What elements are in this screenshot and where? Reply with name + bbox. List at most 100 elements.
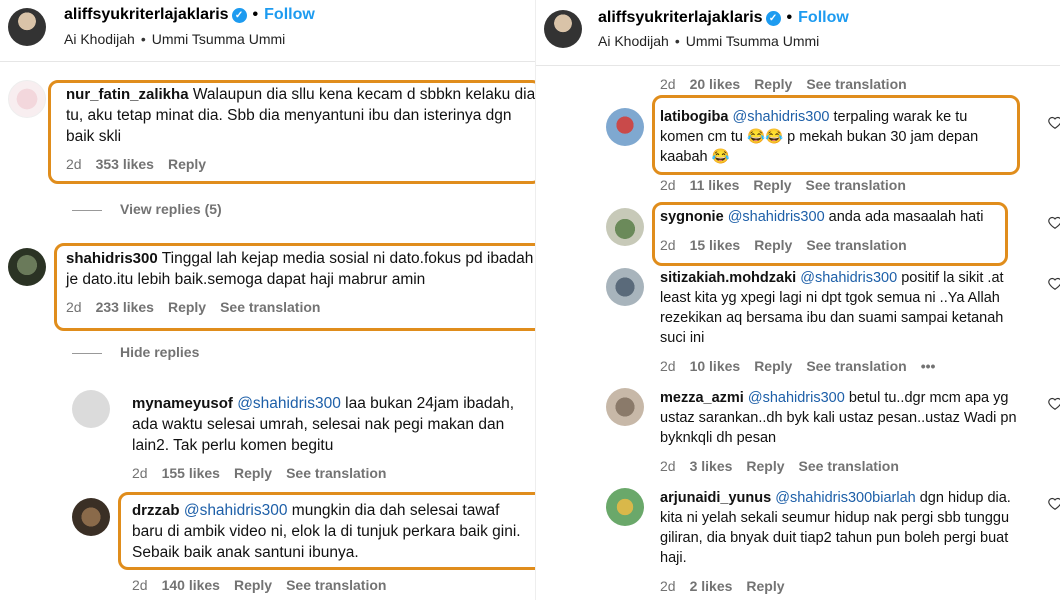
- reply-button[interactable]: Reply: [234, 577, 272, 593]
- comment-item: sitizakiah.mohdzaki @shahidris300 positi…: [660, 268, 1032, 374]
- like-heart-icon[interactable]: [1048, 277, 1060, 291]
- reply-button[interactable]: Reply: [168, 156, 206, 172]
- reply-button[interactable]: Reply: [746, 578, 784, 594]
- hide-replies-button[interactable]: Hide replies: [72, 344, 199, 360]
- comment-mention[interactable]: @shahidris300: [748, 390, 845, 406]
- reply-button[interactable]: Reply: [168, 299, 206, 315]
- right-screenshot-panel: aliffsyukriterlajaklaris ✓ • Follow Ai Khod…: [535, 0, 1060, 600]
- reply-button[interactable]: Reply: [754, 76, 792, 92]
- comment-meta: 2d 20 likes Reply See translation: [660, 76, 921, 92]
- commenter-avatar[interactable]: [606, 108, 644, 146]
- comment-username[interactable]: mezza_azmi: [660, 390, 744, 406]
- commenter-avatar[interactable]: [8, 248, 46, 286]
- view-replies-button[interactable]: View replies (5): [72, 201, 222, 217]
- comment-username[interactable]: sitizakiah.mohdzaki: [660, 270, 796, 286]
- comment-username[interactable]: sygnonie: [660, 209, 724, 225]
- comment-time[interactable]: 2d: [66, 156, 82, 172]
- comment-time[interactable]: 2d: [660, 177, 676, 193]
- see-translation-button[interactable]: See translation: [220, 299, 320, 315]
- audio-artist[interactable]: Ai Khodijah: [598, 33, 669, 49]
- comment-likes[interactable]: 233 likes: [96, 299, 154, 315]
- separator-dot: •: [674, 33, 680, 49]
- comment-likes[interactable]: 11 likes: [690, 177, 740, 193]
- author-username[interactable]: aliffsyukriterlajaklaris: [598, 9, 763, 26]
- audio-title[interactable]: Ummi Tsumma Ummi: [686, 33, 820, 49]
- comment-username[interactable]: mynameyusof: [132, 395, 233, 412]
- comment-likes[interactable]: 15 likes: [690, 237, 741, 253]
- audio-title[interactable]: Ummi Tsumma Ummi: [152, 31, 286, 47]
- see-translation-button[interactable]: See translation: [806, 177, 906, 193]
- commenter-avatar[interactable]: [8, 80, 46, 118]
- comment-item: mynameyusof @shahidris300 laa bukan 24ja…: [132, 393, 527, 481]
- comment-time[interactable]: 2d: [132, 465, 148, 481]
- see-translation-button[interactable]: See translation: [806, 237, 906, 253]
- comment-time[interactable]: 2d: [660, 76, 676, 92]
- see-translation-button[interactable]: See translation: [286, 577, 386, 593]
- comment-item: latibogiba @shahidris300 terpaling warak…: [660, 107, 1010, 193]
- comment-likes[interactable]: 10 likes: [690, 358, 741, 374]
- comment-username[interactable]: latibogiba: [660, 109, 728, 125]
- see-translation-button[interactable]: See translation: [799, 458, 899, 474]
- comment-time[interactable]: 2d: [132, 577, 148, 593]
- comment-item: shahidris300 Tinggal lah kejap media sos…: [66, 248, 536, 315]
- like-heart-icon[interactable]: [1048, 497, 1060, 511]
- more-options-button[interactable]: •••: [921, 358, 936, 374]
- separator-dot: •: [252, 6, 259, 23]
- reply-button[interactable]: Reply: [754, 358, 792, 374]
- see-translation-button[interactable]: See translation: [286, 465, 386, 481]
- reply-button[interactable]: Reply: [754, 237, 792, 253]
- commenter-avatar[interactable]: [72, 390, 110, 428]
- see-translation-button[interactable]: See translation: [806, 358, 906, 374]
- comment-likes[interactable]: 3 likes: [690, 458, 733, 474]
- comment-username[interactable]: shahidris300: [66, 250, 158, 267]
- comment-username[interactable]: nur_fatin_zalikha: [66, 86, 189, 103]
- verified-badge-icon: ✓: [231, 8, 247, 23]
- comment-item: mezza_azmi @shahidris300 betul tu..dgr m…: [660, 388, 1032, 474]
- comment-username[interactable]: arjunaidi_yunus: [660, 490, 771, 506]
- comment-username[interactable]: drzzab: [132, 502, 180, 519]
- comment-item: sygnonie @shahidris300 anda ada masaalah…: [660, 207, 1000, 253]
- comment-mention[interactable]: @shahidris300: [733, 109, 830, 125]
- comment-time[interactable]: 2d: [660, 458, 676, 474]
- comment-likes[interactable]: 140 likes: [162, 577, 220, 593]
- audio-artist[interactable]: Ai Khodijah: [64, 31, 135, 47]
- comment-mention[interactable]: @shahidris300: [184, 502, 288, 519]
- reply-button[interactable]: Reply: [746, 458, 784, 474]
- comment-time[interactable]: 2d: [660, 578, 676, 594]
- see-translation-button[interactable]: See translation: [806, 76, 906, 92]
- post-header: aliffsyukriterlajaklaris ✓ • Follow Ai Khod…: [0, 0, 545, 62]
- comment-likes[interactable]: 20 likes: [690, 76, 741, 92]
- verified-badge-icon: ✓: [765, 11, 781, 26]
- author-avatar[interactable]: [8, 8, 46, 46]
- follow-button[interactable]: Follow: [264, 6, 315, 23]
- reply-button[interactable]: Reply: [753, 177, 791, 193]
- author-avatar[interactable]: [544, 10, 582, 48]
- comment-likes[interactable]: 353 likes: [96, 156, 154, 172]
- like-heart-icon[interactable]: [1048, 397, 1060, 411]
- like-heart-icon[interactable]: [1048, 216, 1060, 230]
- commenter-avatar[interactable]: [606, 388, 644, 426]
- comment-item: drzzab @shahidris300 mungkin dia dah sel…: [132, 500, 534, 593]
- comment-time[interactable]: 2d: [660, 358, 676, 374]
- comment-time[interactable]: 2d: [660, 237, 676, 253]
- comment-text: anda ada masaalah hati: [828, 209, 984, 225]
- comment-time[interactable]: 2d: [66, 299, 82, 315]
- comment-mention[interactable]: @shahidris300: [237, 395, 341, 412]
- comment-mention[interactable]: @shahidris300biarlah: [775, 490, 915, 506]
- commenter-avatar[interactable]: [606, 208, 644, 246]
- follow-button[interactable]: Follow: [798, 9, 849, 26]
- author-username[interactable]: aliffsyukriterlajaklaris: [64, 6, 229, 23]
- commenter-avatar[interactable]: [606, 488, 644, 526]
- comment-likes[interactable]: 155 likes: [162, 465, 220, 481]
- like-heart-icon[interactable]: [1048, 116, 1060, 130]
- separator-dot: •: [140, 31, 146, 47]
- comment-mention[interactable]: @shahidris300: [800, 270, 897, 286]
- comment-mention[interactable]: @shahidris300: [728, 209, 825, 225]
- separator-dot: •: [786, 9, 793, 26]
- post-header: aliffsyukriterlajaklaris ✓ • Follow Ai Khod…: [536, 0, 1060, 66]
- commenter-avatar[interactable]: [72, 498, 110, 536]
- reply-button[interactable]: Reply: [234, 465, 272, 481]
- comment-item: nur_fatin_zalikha Walaupun dia sllu kena…: [66, 84, 536, 172]
- comment-likes[interactable]: 2 likes: [690, 578, 733, 594]
- commenter-avatar[interactable]: [606, 268, 644, 306]
